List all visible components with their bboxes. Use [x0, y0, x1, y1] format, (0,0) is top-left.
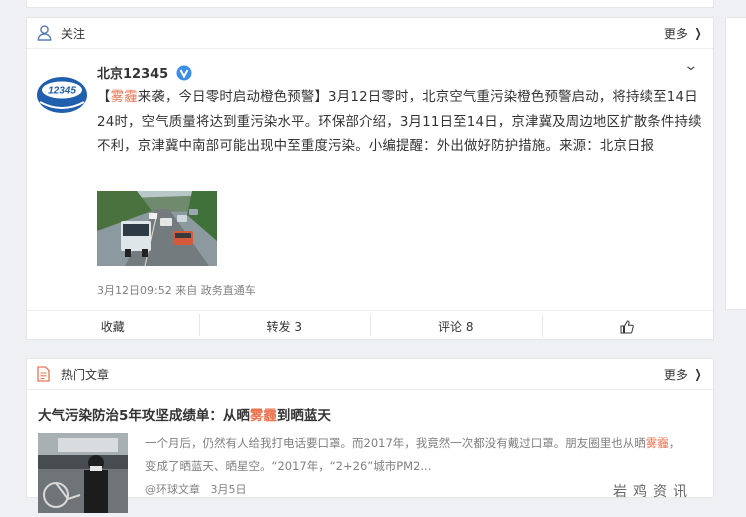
post-text-part: 来袭，今日零时启动橙色预警】3月12日零时，北京空气重污染橙色预警启动，将持续至…: [97, 90, 702, 154]
hot-articles-card: 热门文章 更多 ❯ 大气污染防治5年攻坚成绩单：从晒雾霾到晒蓝天 一个月后，仍然有…: [26, 358, 714, 513]
hot-card-header: 热门文章 更多 ❯: [27, 359, 713, 390]
post-image[interactable]: [97, 191, 217, 267]
article-title-link[interactable]: 大气污染防治5年攻坚成绩单：从晒雾霾到晒蓝天: [38, 404, 331, 424]
source-prefix: 来自: [175, 284, 198, 297]
avatar-label: 12345: [48, 86, 76, 97]
source-link[interactable]: 政务直通车: [201, 284, 256, 297]
hot-card-title: 热门文章: [61, 367, 110, 382]
thumbs-up-icon: [620, 319, 634, 334]
user-name-link[interactable]: 北京12345: [97, 63, 168, 82]
excerpt-part: 一个月后，仍然有人给我打电话要口罩。而2017年，我竟然一次都没有戴过口罩。朋友…: [145, 436, 646, 450]
article-date: 3月5日: [210, 483, 247, 496]
article-meta: @环球文章 3月5日: [145, 481, 247, 497]
article-author-link[interactable]: @环球文章: [145, 483, 200, 496]
follow-more-link[interactable]: 更多 ❯: [664, 25, 703, 42]
user-icon: [37, 25, 53, 41]
article-thumbnail[interactable]: [38, 433, 128, 513]
previous-card-stub: [26, 0, 714, 8]
follow-card-title: 关注: [61, 26, 86, 41]
watermark: 岩鸡资讯: [613, 484, 693, 500]
repost-label: 转发 3: [266, 320, 302, 334]
article-title-highlight: 雾霾: [249, 408, 277, 424]
article-title-part: 大气污染防治5年攻坚成绩单：从晒: [38, 408, 250, 424]
article-excerpt: 一个月后，仍然有人给我打电话要口罩。而2017年，我竟然一次都没有戴过口罩。朋友…: [145, 432, 690, 478]
post-meta: 3月12日09:52 来自 政务直通车: [97, 282, 256, 298]
hot-more-label: 更多: [663, 367, 688, 382]
post-text-part: 【: [97, 90, 111, 105]
right-column-stub: [725, 17, 746, 310]
post-action-bar: 收藏 转发 3 评论 8: [27, 310, 713, 342]
chevron-right-icon: ❯: [694, 26, 702, 40]
article-title-part: 到晒蓝天: [276, 408, 331, 424]
post-time-link[interactable]: 3月12日09:52: [97, 284, 172, 297]
chevron-down-icon[interactable]: ⌄: [684, 58, 699, 74]
comment-button[interactable]: 评论 8: [370, 314, 542, 336]
document-icon: [37, 366, 53, 382]
favorite-label: 收藏: [100, 320, 125, 334]
like-button[interactable]: [541, 315, 714, 337]
repost-button[interactable]: 转发 3: [198, 314, 371, 336]
chevron-right-icon: ❯: [694, 367, 702, 381]
excerpt-highlight: 雾霾: [645, 436, 669, 450]
follow-card: 关注 更多 ❯ 12345 北京12345 ⌄ 【雾霾来袭，今日零时启动橙色预警】…: [26, 17, 714, 340]
avatar[interactable]: 12345: [36, 68, 88, 120]
verified-badge-icon: [176, 65, 192, 81]
post-author-row: 北京12345: [97, 63, 192, 82]
favorite-button[interactable]: 收藏: [27, 318, 199, 335]
hot-more-link[interactable]: 更多 ❯: [664, 366, 703, 383]
post-text: 【雾霾来袭，今日零时启动橙色预警】3月12日零时，北京空气重污染橙色预警启动，将…: [97, 86, 703, 160]
haze-topic-link[interactable]: 雾霾: [111, 90, 138, 105]
follow-more-label: 更多: [663, 26, 688, 41]
comment-label: 评论 8: [438, 320, 474, 334]
follow-card-header: 关注 更多 ❯: [27, 18, 713, 49]
